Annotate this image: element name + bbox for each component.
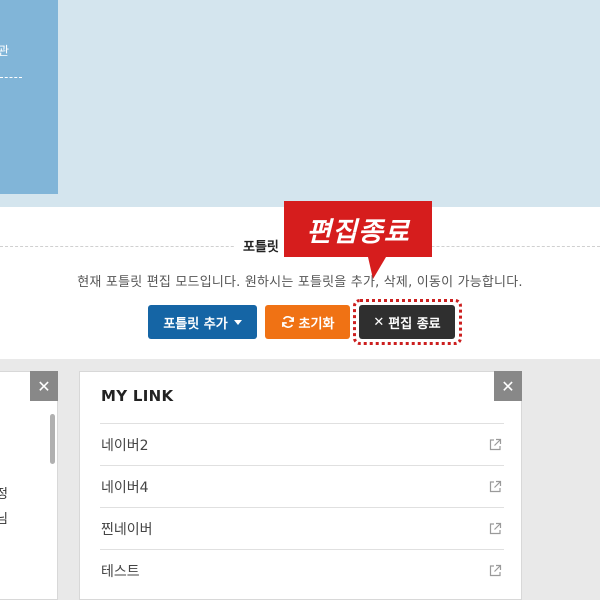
edit-bar-title: 포틀릿 bbox=[235, 236, 287, 255]
my-link-portlet: MY LINK 네이버2 네이버4 찐네이버 테스트 bbox=[79, 371, 522, 600]
my-link-list: 네이버2 네이버4 찐네이버 테스트 bbox=[100, 423, 504, 591]
link-label: 찐네이버 bbox=[101, 521, 153, 538]
reset-button[interactable]: 초기화 bbox=[265, 305, 350, 339]
list-item[interactable]: 찐네이버 bbox=[100, 507, 504, 549]
add-portlet-button[interactable]: 포틀릿 추가 bbox=[148, 305, 257, 339]
external-link-icon[interactable] bbox=[488, 480, 502, 494]
external-link-icon[interactable] bbox=[488, 564, 502, 578]
left-portlet-text-2: 님 bbox=[0, 512, 8, 527]
callout-pointer bbox=[368, 257, 386, 279]
list-item[interactable]: 네이버2 bbox=[100, 423, 504, 465]
caret-down-icon bbox=[233, 319, 242, 325]
panel-cut-text: 관 bbox=[0, 44, 10, 58]
callout-label: 편집종료 bbox=[284, 201, 432, 257]
blue-side-panel: 관 bbox=[0, 0, 58, 194]
link-label: 네이버2 bbox=[101, 437, 149, 454]
left-portlet-text-1: 정 bbox=[0, 487, 8, 502]
reset-label: 초기화 bbox=[298, 316, 335, 332]
portal-page: 관 포틀릿 현재 포틀릿 편집 모드입니다. 원하시는 포틀릿을 추가, 삭제,… bbox=[0, 0, 600, 600]
my-link-title: MY LINK bbox=[101, 387, 174, 405]
link-label: 네이버4 bbox=[101, 479, 149, 496]
link-label: 테스트 bbox=[101, 563, 140, 580]
edit-bar-description: 현재 포틀릿 편집 모드입니다. 원하시는 포틀릿을 추가, 삭제, 이동이 가… bbox=[77, 275, 523, 290]
my-link-close-button[interactable]: ✕ bbox=[494, 371, 522, 401]
refresh-icon bbox=[281, 316, 294, 328]
top-banner bbox=[0, 0, 600, 207]
external-link-icon[interactable] bbox=[488, 522, 502, 536]
panel-divider bbox=[0, 77, 22, 78]
add-portlet-label: 포틀릿 추가 bbox=[163, 316, 228, 332]
list-item[interactable]: 네이버4 bbox=[100, 465, 504, 507]
highlight-ring bbox=[353, 299, 462, 345]
list-item[interactable]: 테스트 bbox=[100, 549, 504, 591]
left-portlet-scrollbar[interactable] bbox=[50, 414, 55, 464]
left-portlet: 정 님 bbox=[0, 371, 58, 600]
external-link-icon[interactable] bbox=[488, 438, 502, 452]
left-portlet-close-button[interactable]: ✕ bbox=[30, 371, 58, 401]
